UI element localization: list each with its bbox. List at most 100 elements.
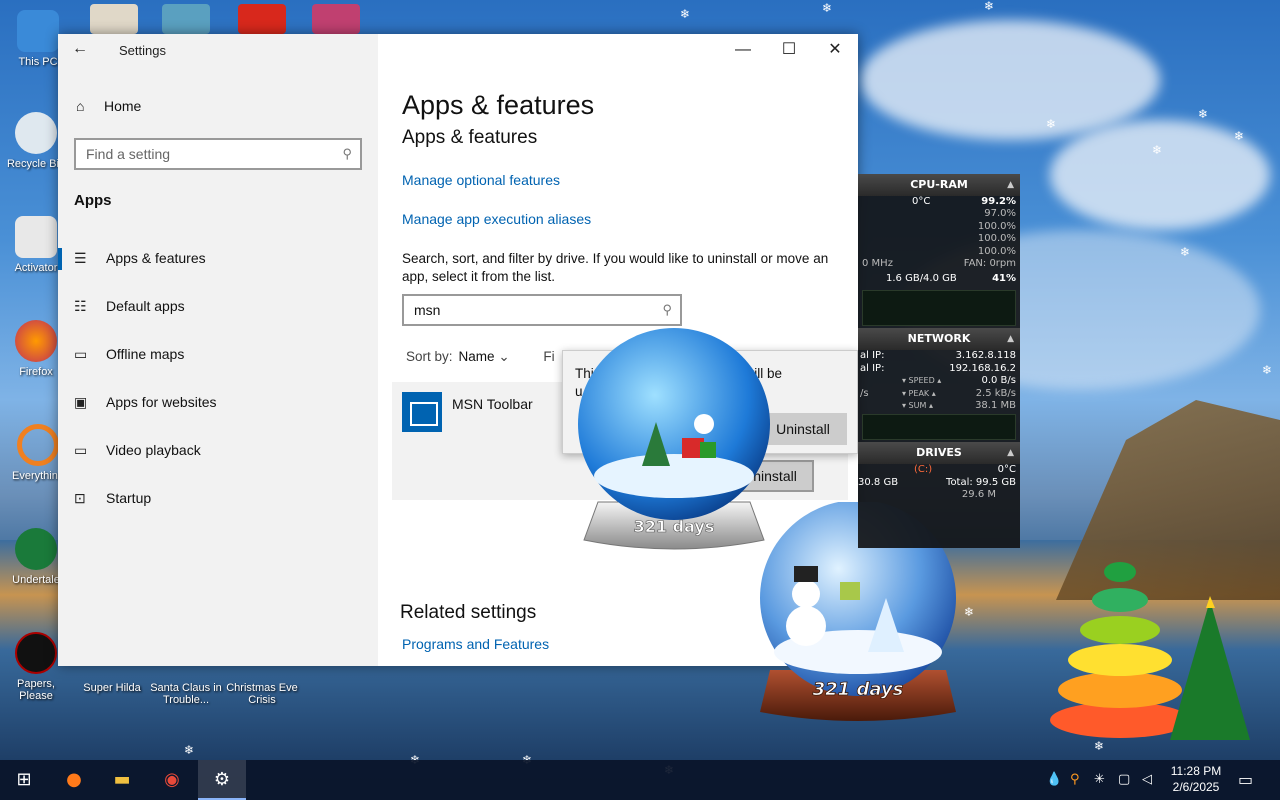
start-button[interactable]: ⊞ [0, 760, 48, 800]
filter-dropdown[interactable]: Fi [543, 349, 554, 364]
section-title: Apps & features [402, 127, 538, 148]
desktop-top-icon-1[interactable] [90, 4, 138, 34]
home-icon: ⌂ [76, 98, 85, 114]
list-icon: ☰ [74, 250, 87, 266]
snowflake-icon: ❄ [1262, 363, 1273, 377]
snow-globe-gadget[interactable]: 321 days [578, 326, 770, 552]
title-bar[interactable]: ← Settings — ☐ ✕ [58, 34, 858, 66]
close-button[interactable]: ✕ [812, 38, 858, 64]
app-search-input[interactable]: msn ⚲ [402, 294, 682, 326]
days-counter-text: 321 days [813, 679, 904, 700]
related-settings-title: Related settings [400, 602, 537, 623]
chrome-icon: ◉ [164, 769, 180, 790]
chevron-down-icon: ⌄ [498, 349, 510, 364]
maximize-button[interactable]: ☐ [766, 38, 812, 64]
network-icon[interactable]: ▢ [1118, 760, 1130, 800]
internal-ip: 192.168.16.2 [949, 362, 1016, 374]
snowflake-icon: ❄ [1046, 117, 1057, 131]
computer-icon [17, 10, 59, 52]
tray-snowflake-icon[interactable]: ✳ [1094, 760, 1105, 800]
magnifier-icon [17, 424, 59, 466]
search-icon: ⚲ [662, 302, 672, 317]
collapse-arrow-icon[interactable]: ▲ [1007, 328, 1014, 350]
christmas-tree-decoration [1050, 562, 1250, 740]
app-name: MSN Toolbar [452, 396, 533, 412]
map-icon: ▭ [74, 346, 88, 362]
firefox-icon [15, 320, 57, 362]
desktop-top-icon-4[interactable] [312, 4, 360, 34]
video-icon: ▭ [74, 442, 88, 458]
minimize-button[interactable]: — [720, 38, 766, 64]
settings-sidebar: ⌂ Home Find a setting ⚲ Apps ☰ Apps & feat… [58, 34, 378, 666]
drives-header: DRIVES ▲ [858, 442, 1020, 465]
cpu-temp: 0°C [912, 196, 931, 207]
collapse-arrow-icon[interactable]: ▲ [1007, 174, 1014, 196]
web-apps-icon: ▣ [74, 394, 88, 410]
taskbar-chrome[interactable]: ◉ [148, 760, 196, 800]
cpu-usage: 99.2% [981, 196, 1016, 207]
snowflake-icon: ❄ [1180, 245, 1191, 259]
taskbar-firefox[interactable]: ● [50, 760, 98, 800]
sidebar-item-offline-maps[interactable]: ▭ Offline maps [58, 332, 378, 376]
system-monitor-gadget[interactable]: CPU-RAM ▲ 0°C 99.2% 97.0% 100.0% 100.0% 10… [858, 174, 1020, 548]
snowflake-icon: ❄ [184, 743, 195, 757]
snowflake-icon: ❄ [822, 1, 833, 15]
windows-logo-icon: ⊞ [16, 769, 32, 790]
sidebar-section-title: Apps [74, 192, 112, 209]
folder-icon: ▬ [113, 769, 131, 790]
find-setting-input[interactable]: Find a setting ⚲ [74, 138, 362, 170]
sidebar-item-startup[interactable]: ⊡ Startup [58, 476, 378, 520]
desktop-icon-christmas-eve-crisis[interactable]: Christmas Eve Crisis [226, 682, 298, 706]
manage-optional-features-link[interactable]: Manage optional features [402, 172, 560, 188]
days-counter-text: 321 days [634, 517, 715, 536]
desktop-icon-super-hilda[interactable]: Super Hilda [76, 682, 148, 694]
desktop-top-icon-2[interactable] [162, 4, 210, 34]
snowflake-icon: ❄ [984, 0, 995, 13]
external-ip: 3.162.8.118 [955, 350, 1016, 362]
volume-icon[interactable]: ◁ [1142, 760, 1152, 800]
sidebar-item-apps-for-websites[interactable]: ▣ Apps for websites [58, 380, 378, 424]
gear-icon: ⚙ [213, 769, 231, 790]
taskbar-settings[interactable]: ⚙ [198, 760, 246, 800]
programs-and-features-link[interactable]: Programs and Features [402, 636, 549, 652]
notification-center-icon[interactable]: ▭ [1238, 760, 1253, 800]
network-graph [862, 414, 1016, 441]
ram-usage: 1.6 GB/4.0 GB [886, 273, 957, 285]
cpu-graph [862, 290, 1016, 327]
network-header: NETWORK ▲ [858, 328, 1020, 351]
sidebar-item-home[interactable]: ⌂ Home [76, 98, 141, 114]
firefox-icon: ● [66, 769, 82, 790]
snowflake-icon: ❄ [964, 605, 975, 619]
taskbar: ⊞ ● ▬ ◉ ⚙ 💧 ⚲ ✳ ▢ ◁ 11:28 PM 2/6/2025 ▭ [0, 760, 1280, 800]
sidebar-item-default-apps[interactable]: ☷ Default apps [58, 284, 378, 328]
manage-app-execution-aliases-link[interactable]: Manage app execution aliases [402, 211, 591, 227]
sidebar-item-apps-features[interactable]: ☰ Apps & features [58, 236, 378, 280]
snowflake-icon: ❄ [680, 7, 691, 21]
papers-please-icon [15, 632, 57, 674]
snowflake-icon: ❄ [1234, 129, 1245, 143]
sidebar-item-video-playback[interactable]: ▭ Video playback [58, 428, 378, 472]
confirm-uninstall-button[interactable]: Uninstall [759, 413, 847, 445]
droplet-icon[interactable]: 💧 [1046, 760, 1062, 800]
page-title: Apps & features [402, 90, 595, 120]
mcdonalds-icon[interactable] [238, 4, 286, 34]
search-tray-icon[interactable]: ⚲ [1070, 760, 1080, 800]
collapse-arrow-icon[interactable]: ▲ [1007, 442, 1014, 464]
desktop-icon-santa-claus[interactable]: Santa Claus in Trouble... [150, 682, 222, 706]
window-title: Settings [119, 43, 166, 58]
startup-icon: ⊡ [74, 490, 86, 506]
recycle-bin-icon [15, 112, 57, 154]
msn-toolbar-app-icon [402, 392, 442, 432]
default-apps-icon: ☷ [74, 298, 87, 314]
activator-icon [15, 216, 57, 258]
search-icon: ⚲ [342, 146, 352, 161]
sort-dropdown[interactable]: Sort by: Name ⌄ Fi [406, 349, 555, 365]
cpu-ram-header: CPU-RAM ▲ [858, 174, 1020, 196]
undertale-icon [15, 528, 57, 570]
snowflake-icon: ❄ [1198, 107, 1209, 121]
apps-description: Search, sort, and filter by drive. If yo… [402, 251, 829, 284]
snowflake-icon: ❄ [1152, 143, 1163, 157]
taskbar-clock[interactable]: 11:28 PM 2/6/2025 [1160, 763, 1232, 795]
back-arrow-icon[interactable]: ← [72, 40, 88, 58]
taskbar-file-explorer[interactable]: ▬ [98, 760, 146, 800]
